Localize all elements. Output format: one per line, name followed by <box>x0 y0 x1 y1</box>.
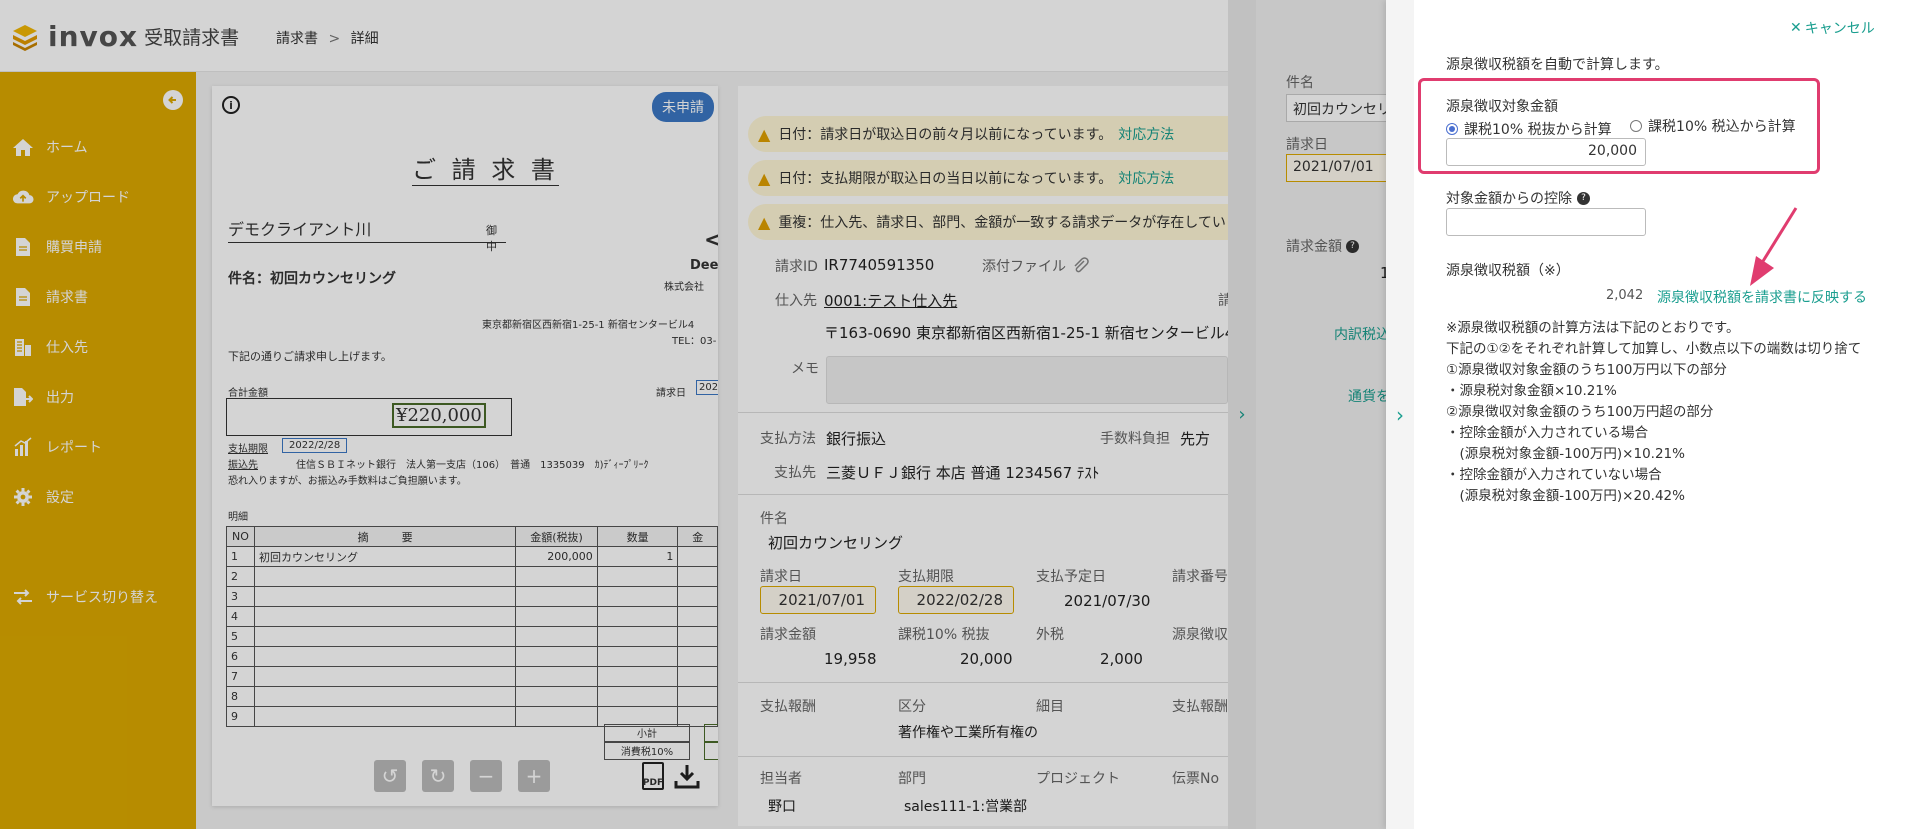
note-line: ②源泉徴収対象金額のうち100万円超の部分 <box>1446 404 1714 420</box>
deduction-input[interactable] <box>1446 208 1646 236</box>
note-line: (源泉税対象金額-100万円)×10.21% <box>1446 446 1685 462</box>
radio-label: 課税10% 税込から計算 <box>1648 119 1796 135</box>
note-line: ※源泉徴収税額の計算方法は下記のとおりです。 <box>1446 320 1740 336</box>
panel-intro: 源泉徴収税額を自動で計算します。 <box>1446 57 1669 73</box>
cancel-button[interactable]: ✕ キャンセル <box>1790 18 1875 38</box>
radio-checked-icon <box>1446 123 1458 135</box>
calc-mode-radios: 課税10% 税抜から計算 課税10% 税込から計算 <box>1446 116 1810 139</box>
note-line: ①源泉徴収対象金額のうち100万円以下の部分 <box>1446 362 1727 378</box>
collapse-panel-toggle[interactable]: › <box>1386 0 1414 829</box>
tax-result-label: 源泉徴収税額（※） <box>1446 263 1570 279</box>
note-line: ・控除金額が入力されていない場合 <box>1446 467 1662 483</box>
note-line: ・控除金額が入力されている場合 <box>1446 425 1649 441</box>
note-line: ・源泉税対象金額×10.21% <box>1446 383 1617 399</box>
radio-unchecked-icon <box>1630 120 1643 132</box>
tax-result-value: 2,042 <box>1606 288 1644 303</box>
cancel-label: キャンセル <box>1804 21 1875 37</box>
note-line: (源泉税対象金額-100万円)×20.42% <box>1446 488 1685 504</box>
radio-tax-excluded[interactable]: 課税10% 税抜から計算 <box>1446 119 1612 139</box>
note-line: 下記の①②をそれぞれ計算して加算し、小数点以下の端数は切り捨て <box>1446 341 1862 357</box>
annotation-arrow <box>1750 207 1798 286</box>
help-icon[interactable]: ? <box>1577 191 1590 205</box>
target-amount-label: 源泉徴収対象金額 <box>1446 99 1558 115</box>
radio-tax-included[interactable]: 課税10% 税込から計算 <box>1630 116 1796 136</box>
radio-label: 課税10% 税抜から計算 <box>1464 122 1612 138</box>
calc-notes: ※源泉徴収税額の計算方法は下記のとおりです。 下記の①②をそれぞれ計算して加算し… <box>1446 318 1861 507</box>
deduction-label-text: 対象金額からの控除 <box>1446 191 1572 207</box>
deduction-label: 対象金額からの控除 ? <box>1446 188 1590 208</box>
close-icon: ✕ <box>1790 20 1802 36</box>
target-amount-input[interactable]: 20,000 <box>1446 138 1646 166</box>
